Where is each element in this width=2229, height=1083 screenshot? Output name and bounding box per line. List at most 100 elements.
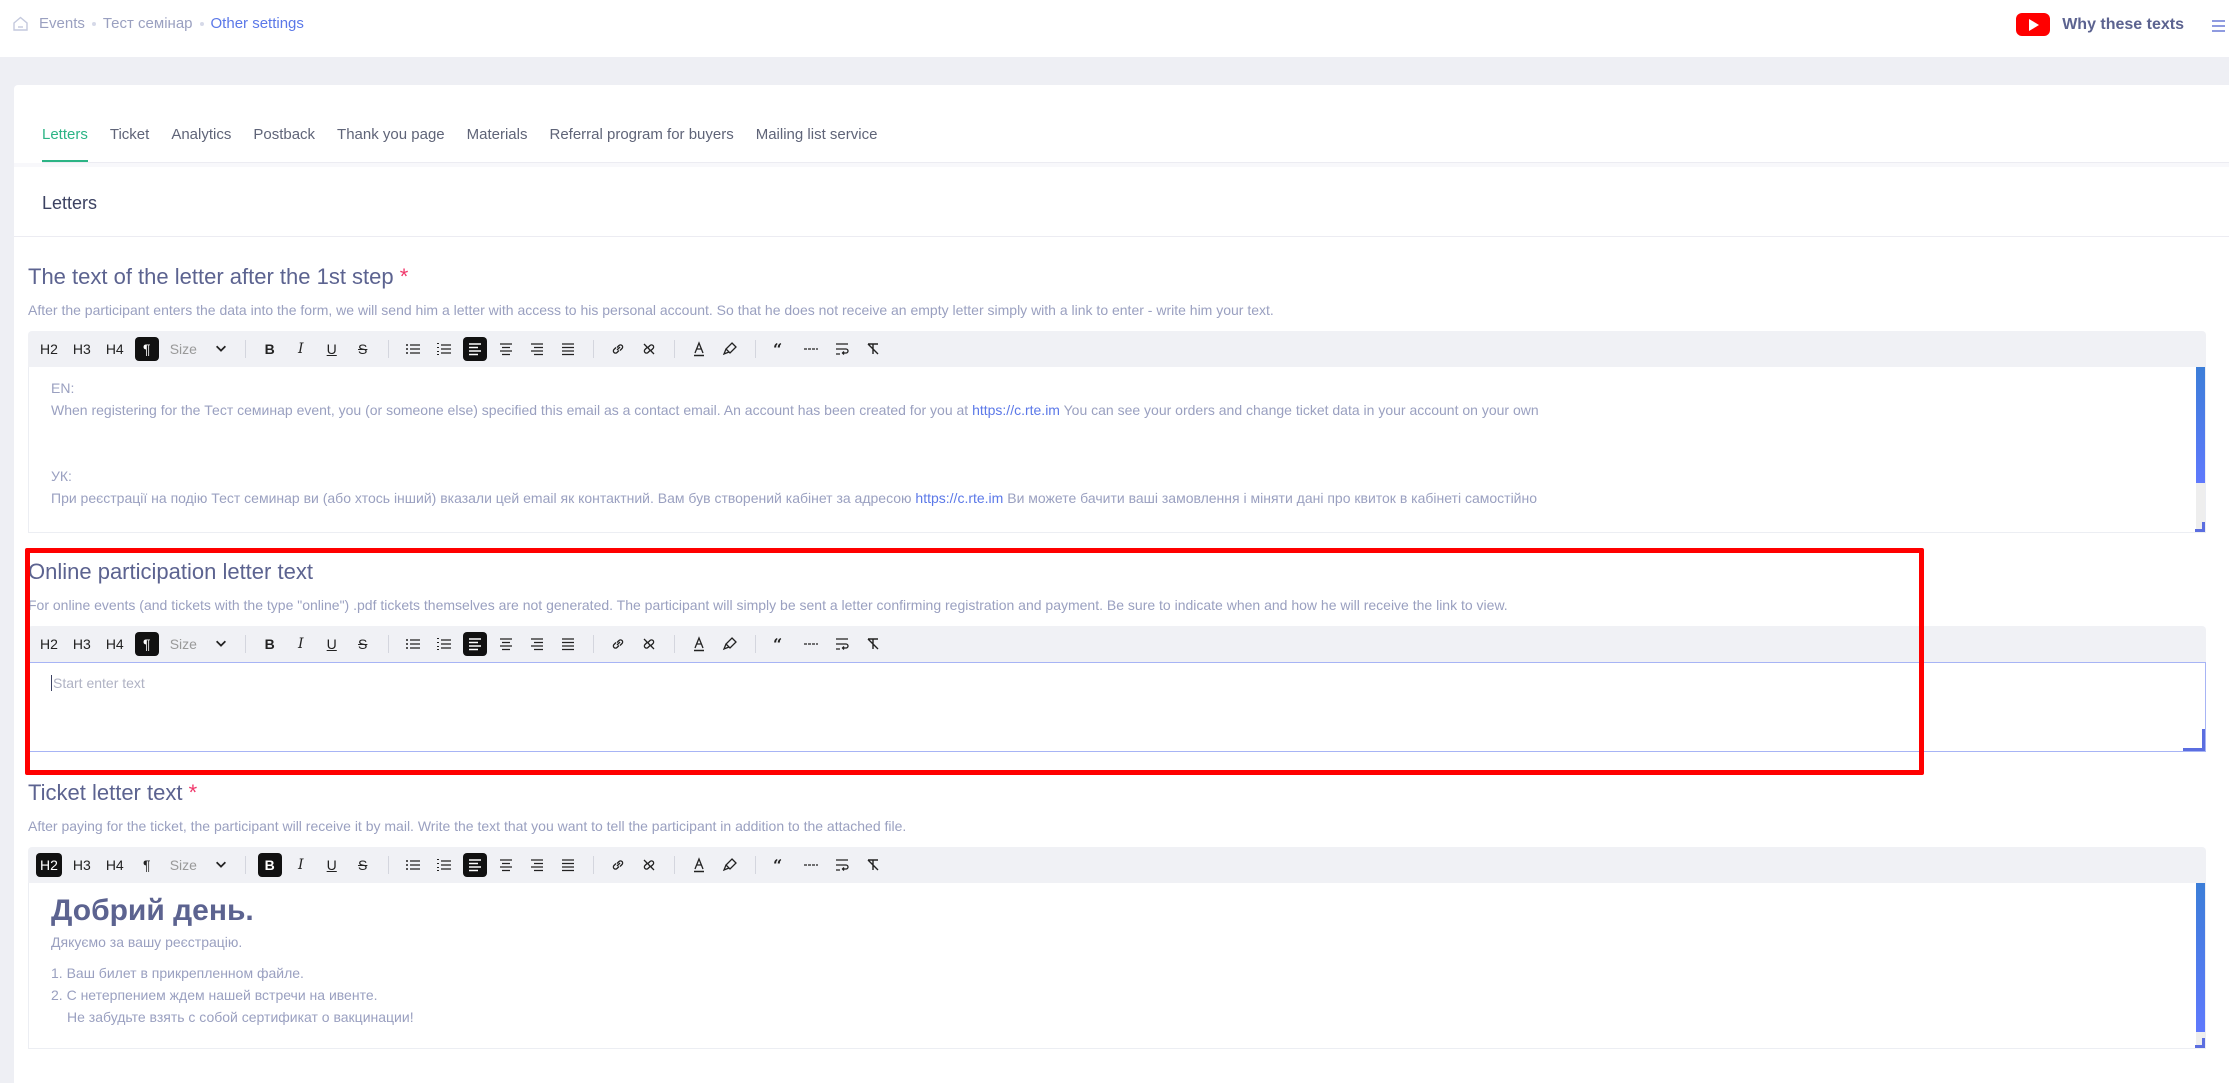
tab-letters[interactable]: Letters (42, 126, 88, 162)
insert-link-button[interactable] (606, 853, 630, 877)
strikethrough-button[interactable]: S (351, 632, 375, 656)
resize-handle[interactable] (2195, 522, 2205, 532)
tab-mailing-list-service[interactable]: Mailing list service (756, 126, 878, 162)
heading-2-button[interactable]: H2 (36, 853, 62, 877)
strikethrough-button[interactable]: S (351, 337, 375, 361)
uk-text: При реєстрації на подію Тест семинар ви … (51, 490, 1538, 506)
font-color-button[interactable] (687, 632, 711, 656)
heading-3-button[interactable]: H3 (69, 337, 95, 361)
hamburger-icon[interactable] (2212, 20, 2225, 35)
highlighter-icon (722, 636, 738, 652)
bold-button[interactable]: B (258, 337, 282, 361)
blockquote-button[interactable]: “ (768, 337, 792, 361)
heading-3-button[interactable]: H3 (69, 853, 95, 877)
tab-postback[interactable]: Postback (253, 126, 315, 162)
tab-analytics[interactable]: Analytics (171, 126, 231, 162)
tab-referral-program[interactable]: Referral program for buyers (549, 126, 733, 162)
align-left-button[interactable] (462, 632, 487, 656)
tab-ticket[interactable]: Ticket (110, 126, 149, 162)
list-item-continued: Не забудьте взять с собой сертификат о в… (67, 1009, 414, 1025)
remove-link-button[interactable] (637, 337, 661, 361)
align-right-button[interactable] (525, 337, 549, 361)
heading-2-button[interactable]: H2 (36, 337, 62, 361)
resize-handle[interactable] (2183, 729, 2205, 751)
bold-button[interactable]: B (258, 632, 282, 656)
editor-scrollbar[interactable] (2196, 367, 2205, 532)
font-size-select[interactable]: Size (166, 632, 232, 656)
align-justify-button[interactable] (556, 632, 580, 656)
paragraph-button[interactable]: ¶ (135, 853, 159, 877)
align-center-button[interactable] (494, 853, 518, 877)
paragraph-button[interactable]: ¶ (134, 337, 159, 361)
align-right-button[interactable] (525, 632, 549, 656)
remove-link-button[interactable] (637, 632, 661, 656)
heading-4-button[interactable]: H4 (102, 632, 128, 656)
heading-2-button[interactable]: H2 (36, 632, 62, 656)
underline-button[interactable]: U (320, 337, 344, 361)
remove-link-button[interactable] (637, 853, 661, 877)
highlight-button[interactable] (718, 632, 742, 656)
heading-4-button[interactable]: H4 (102, 337, 128, 361)
bullet-list-button[interactable] (401, 337, 425, 361)
resize-handle[interactable] (2195, 1038, 2205, 1048)
font-size-select[interactable]: Size (166, 337, 232, 361)
blockquote-button[interactable]: “ (768, 632, 792, 656)
scrollbar-thumb[interactable] (2196, 883, 2205, 1032)
underline-button[interactable]: U (320, 853, 344, 877)
align-right-button[interactable] (525, 853, 549, 877)
align-left-button[interactable] (462, 853, 487, 877)
horizontal-rule-button[interactable] (799, 337, 823, 361)
clear-format-button[interactable] (861, 632, 885, 656)
paragraph-button[interactable]: ¶ (134, 632, 159, 656)
breadcrumb-event[interactable]: Тест семінар (103, 15, 193, 32)
insert-link-button[interactable] (606, 337, 630, 361)
ticket-letter-editor[interactable]: Добрий день. Дякуємо за вашу реєстрацію.… (28, 883, 2206, 1049)
horizontal-rule-button[interactable] (799, 853, 823, 877)
insert-link-button[interactable] (606, 632, 630, 656)
heading-3-button[interactable]: H3 (69, 632, 95, 656)
line-break-button[interactable] (830, 337, 854, 361)
section-title: The text of the letter after the 1st ste… (28, 264, 2206, 294)
align-left-button[interactable] (462, 337, 487, 361)
italic-button[interactable]: I (289, 853, 313, 877)
font-color-button[interactable] (687, 853, 711, 877)
bullet-list-button[interactable] (401, 632, 425, 656)
scrollbar-thumb[interactable] (2196, 367, 2205, 483)
svg-text:“: “ (773, 857, 782, 873)
heading-4-button[interactable]: H4 (102, 853, 128, 877)
letter-editor[interactable]: EN: When registering for the Тест семина… (28, 367, 2206, 533)
font-size-select[interactable]: Size (166, 853, 232, 877)
account-link[interactable]: https://c.rte.im (915, 490, 1003, 506)
numbered-list-button[interactable] (432, 632, 456, 656)
tab-thank-you-page[interactable]: Thank you page (337, 126, 445, 162)
highlight-button[interactable] (718, 853, 742, 877)
underline-button[interactable]: U (320, 632, 344, 656)
account-link[interactable]: https://c.rte.im (972, 402, 1060, 418)
blockquote-button[interactable]: “ (768, 853, 792, 877)
why-these-texts-link[interactable]: Why these texts (2016, 13, 2184, 36)
home-icon[interactable] (12, 16, 29, 31)
toolbar-separator (244, 340, 246, 358)
italic-button[interactable]: I (289, 632, 313, 656)
line-break-button[interactable] (830, 853, 854, 877)
line-break-button[interactable] (830, 632, 854, 656)
font-color-button[interactable] (687, 337, 711, 361)
clear-format-button[interactable] (861, 853, 885, 877)
align-justify-button[interactable] (556, 337, 580, 361)
bold-button[interactable]: B (257, 853, 282, 877)
online-letter-editor[interactable]: Start enter text (28, 662, 2206, 752)
numbered-list-button[interactable] (432, 853, 456, 877)
tab-materials[interactable]: Materials (467, 126, 528, 162)
clear-format-button[interactable] (861, 337, 885, 361)
align-center-button[interactable] (494, 632, 518, 656)
strikethrough-button[interactable]: S (351, 853, 375, 877)
highlight-button[interactable] (718, 337, 742, 361)
align-center-button[interactable] (494, 337, 518, 361)
align-justify-button[interactable] (556, 853, 580, 877)
breadcrumb-events[interactable]: Events (39, 15, 85, 32)
numbered-list-button[interactable] (432, 337, 456, 361)
horizontal-rule-button[interactable] (799, 632, 823, 656)
italic-button[interactable]: I (289, 337, 313, 361)
editor-scrollbar[interactable] (2196, 883, 2205, 1048)
bullet-list-button[interactable] (401, 853, 425, 877)
